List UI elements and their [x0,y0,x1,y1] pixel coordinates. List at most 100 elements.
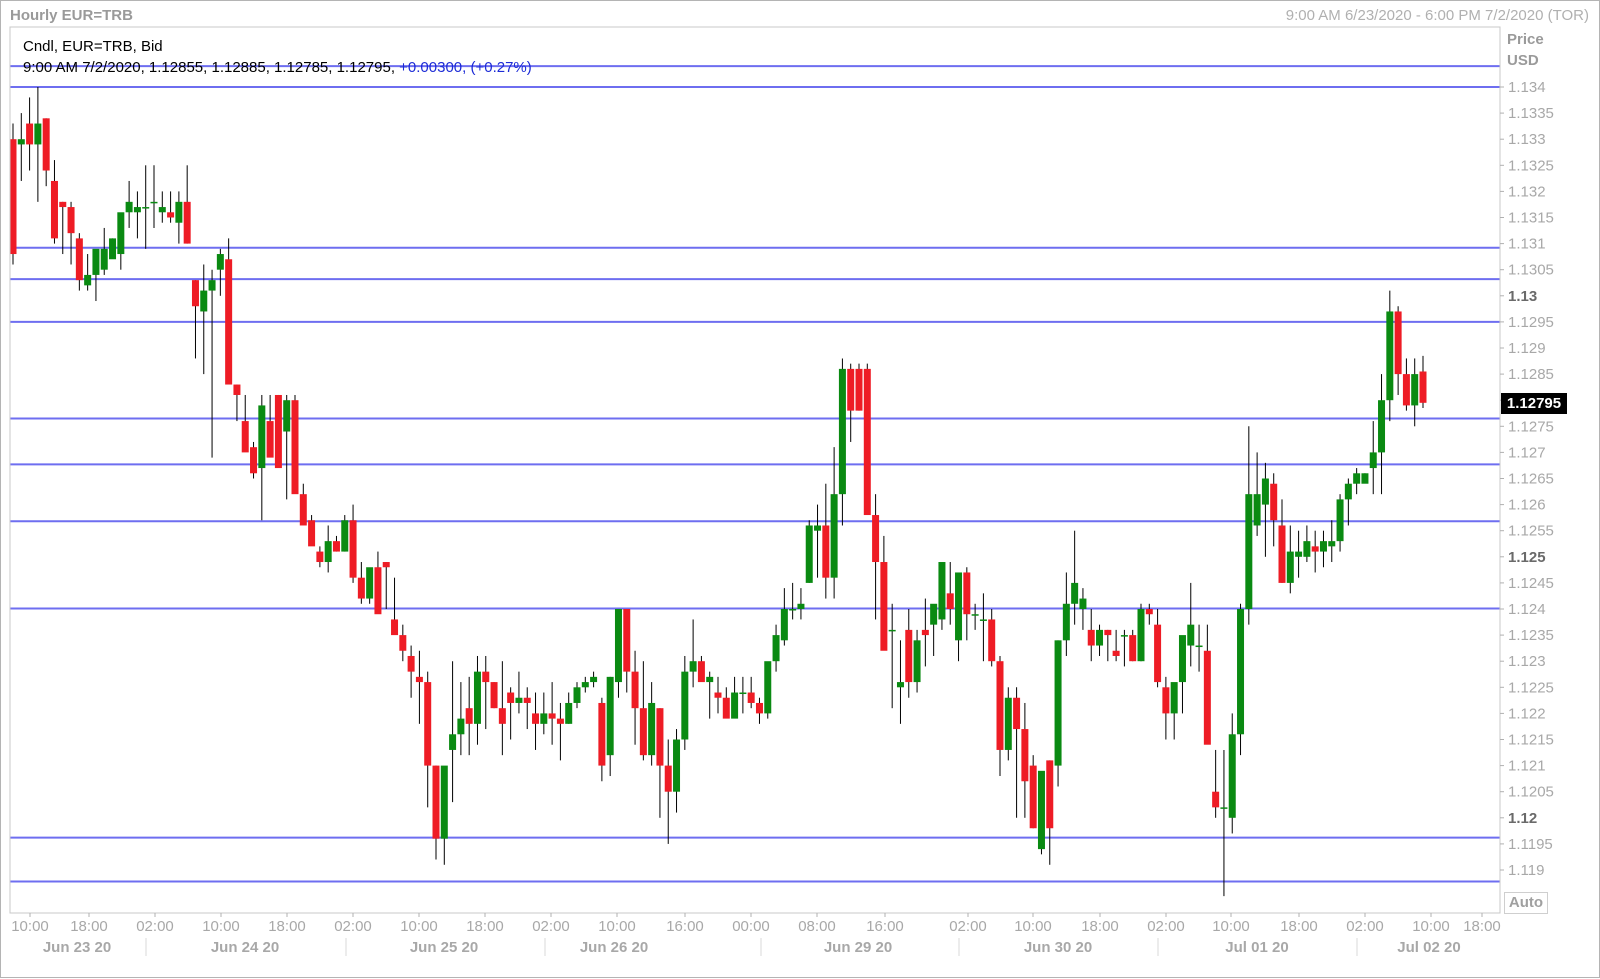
candle-body [142,207,150,209]
candle-6 [59,201,67,255]
candle-body [664,765,672,792]
candle-108 [905,609,913,698]
candle-body [200,290,208,312]
candle-body [639,708,647,756]
candle-97 [814,504,822,578]
candle-body [1062,603,1070,641]
candle-body [1344,483,1352,500]
candle-75 [631,650,639,745]
candle-body [1228,734,1236,818]
candle-body [34,123,42,145]
candle-body [208,280,216,291]
candle-body [1021,729,1029,782]
candle-body [92,248,100,275]
candle-body [1054,640,1062,766]
candle-134 [1120,629,1128,667]
candle-167 [1394,306,1402,395]
candle-body [432,765,440,839]
candle-148 [1237,603,1245,756]
candle-body [366,567,374,599]
x-tick-label-6: 10:00 [400,918,438,935]
x-tick-label-11: 00:00 [732,918,770,935]
candle-50 [424,671,432,808]
candle-body [988,619,996,662]
candle-141 [1178,635,1186,714]
candle-body [1029,765,1037,829]
candle-body [150,201,158,204]
candle-body [1286,551,1294,583]
candle-body [1129,635,1137,662]
candle-62 [523,687,531,730]
candle-body [1245,494,1253,609]
y-tick-label-17: 1.1275 [1508,418,1554,435]
y-tick-label-22: 1.13 [1508,288,1537,305]
candle-88 [739,676,747,714]
candle-body [1353,473,1361,484]
candle-66 [556,702,564,761]
candle-2 [26,97,34,171]
candle-body [84,274,92,286]
candle-84 [706,671,714,719]
candle-165 [1378,374,1386,495]
auto-scale-button[interactable]: Auto [1504,892,1548,914]
candle-146 [1220,749,1228,897]
candle-90 [755,697,763,724]
candle-135 [1129,629,1137,662]
candle-77 [648,682,656,766]
candle-34 [291,394,299,495]
y-tick-label-20: 1.129 [1508,340,1546,357]
candle-body [689,661,697,672]
candle-body [225,259,233,385]
x-tick-label-16: 18:00 [1081,918,1119,935]
legend-ohlc-values: 9:00 AM 7/2/2020, 1.12855, 1.12885, 1.12… [23,59,395,76]
price-axis-title: Price [1507,31,1544,48]
candle-25 [216,248,224,296]
y-tick-label-0: 1.119 [1508,862,1544,879]
y-tick-label-30: 1.134 [1508,79,1546,96]
candle-body [1278,525,1286,583]
candle-body [1187,624,1195,646]
candle-118 [988,609,996,667]
candle-body [523,697,531,703]
candle-body [731,692,739,719]
candle-93 [780,588,788,646]
candle-79 [664,739,672,844]
candle-19 [167,191,175,223]
candle-body [540,713,548,724]
candle-body [822,525,830,578]
candle-42 [357,562,365,604]
candle-11 [100,227,108,275]
date-label-3: Jun 26 20 [580,939,648,956]
candle-161 [1344,478,1352,526]
candle-body [797,603,805,609]
candle-168 [1402,358,1410,411]
candle-44 [374,551,382,615]
y-tick-label-4: 1.121 [1508,758,1546,775]
candle-95 [797,588,805,620]
candle-body [1037,770,1045,850]
candle-89 [747,676,755,709]
candle-3 [34,87,42,202]
candle-124 [1037,770,1045,855]
candle-117 [979,593,987,662]
candle-body [407,655,415,672]
x-tick-label-13: 16:00 [866,918,904,935]
candle-body [1013,697,1021,730]
candle-78 [656,708,664,818]
candle-body [590,676,598,683]
candle-body [565,702,573,724]
chart-canvas[interactable]: 1.119 1.1195 1.12 1.1205 1.121 1.1215 1.122 1.1… [1,1,1600,979]
candle-7 [67,201,75,265]
x-tick-label-1: 18:00 [70,918,108,935]
x-tick-label-12: 08:00 [798,918,836,935]
candle-53 [449,661,457,803]
candle-body [125,201,133,213]
candle-body [399,635,407,651]
candle-body [391,619,399,636]
candle-body [291,400,299,495]
legend-series-label: Cndl, EUR=TRB, Bid [23,38,163,55]
candle-103 [863,363,871,516]
candle-body [548,713,556,719]
candle-115 [963,567,971,641]
candle-59 [498,661,506,756]
